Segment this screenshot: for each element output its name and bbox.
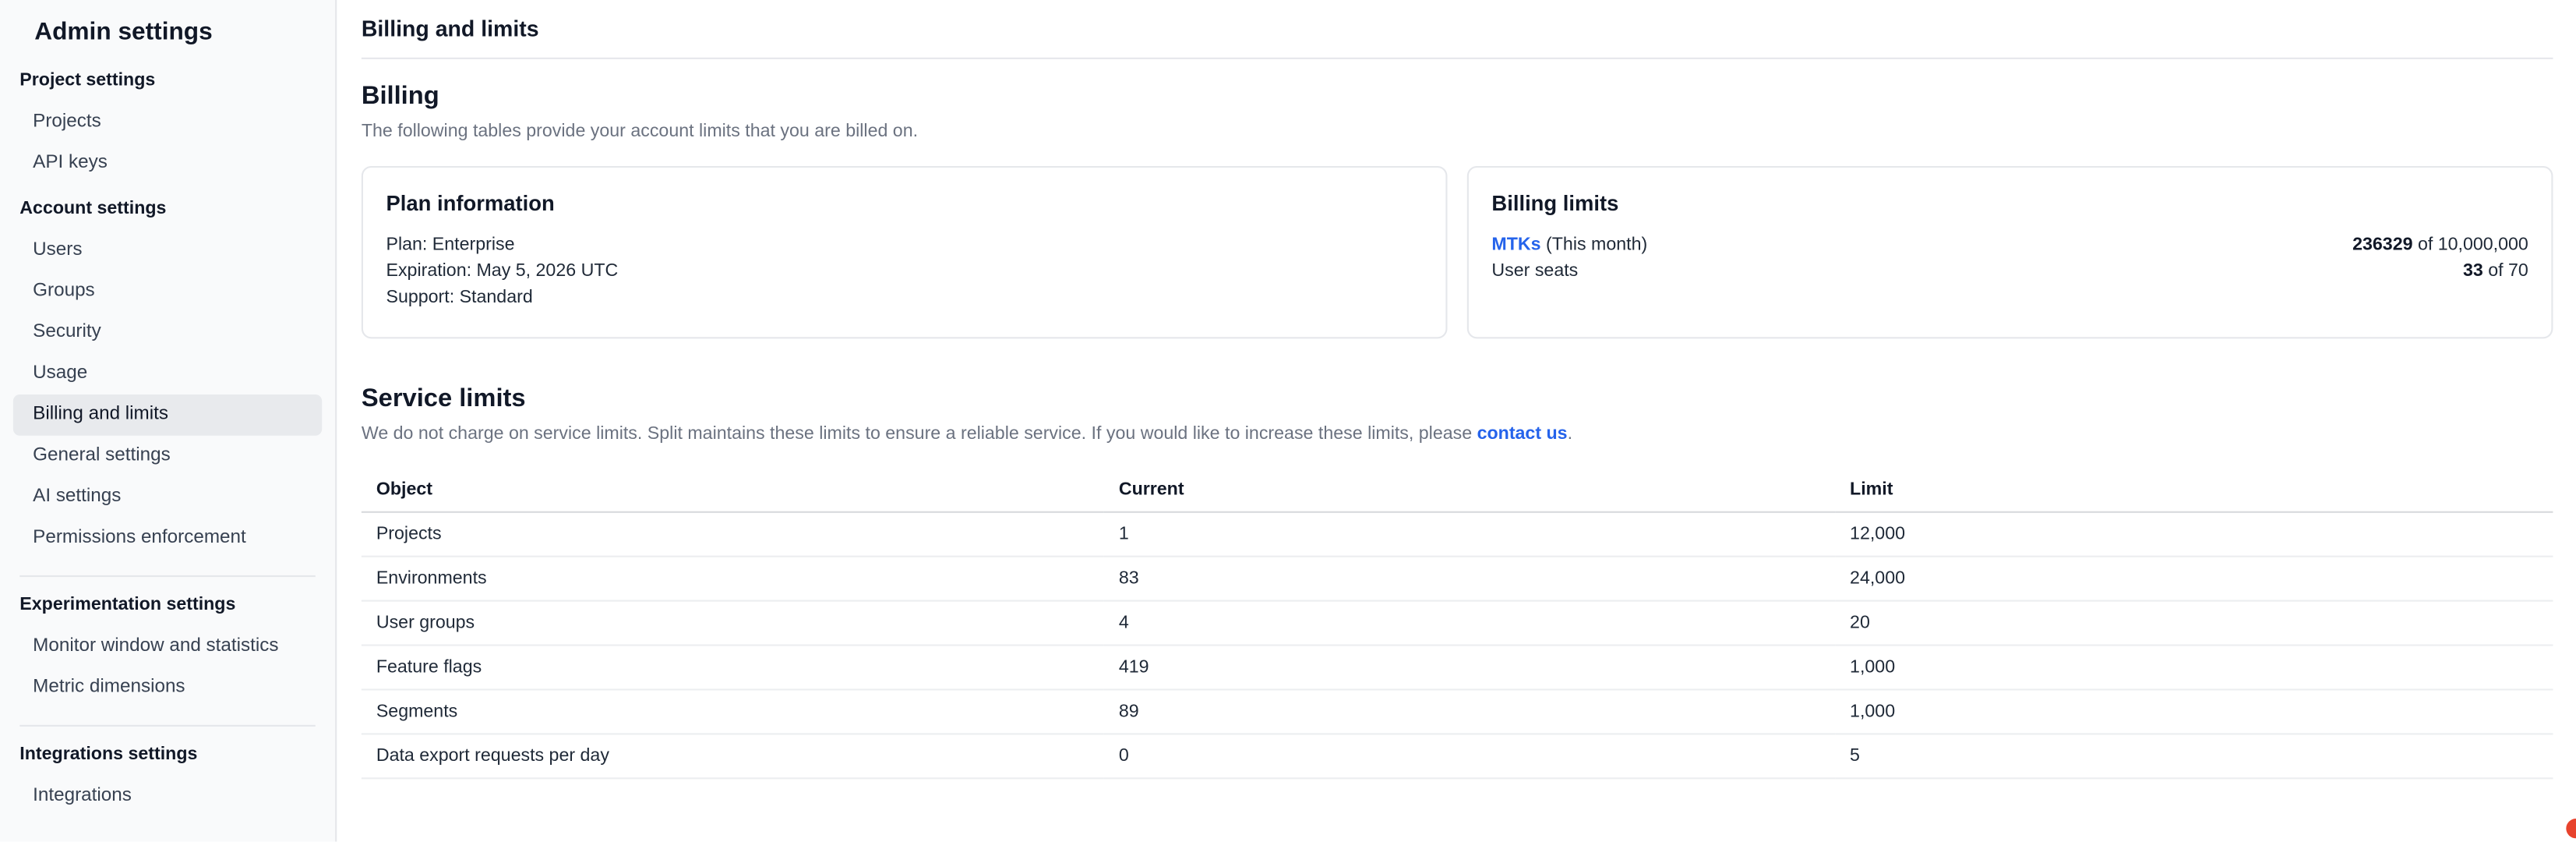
table-header-row: Object Current Limit (362, 472, 2553, 512)
sidebar-item-api-keys[interactable]: API keys (13, 143, 322, 184)
sidebar-item-billing-and-limits[interactable]: Billing and limits (13, 394, 322, 436)
service-limits-description-text: We do not charge on service limits. Spli… (362, 424, 1477, 444)
plan-information-title: Plan information (386, 191, 1422, 216)
sidebar-divider (19, 725, 316, 727)
sidebar-item-general-settings[interactable]: General settings (13, 436, 322, 477)
billing-description: The following tables provide your accoun… (362, 120, 2553, 145)
sidebar-item-metric-dimensions[interactable]: Metric dimensions (13, 667, 322, 709)
cell-limit: 5 (1835, 734, 2553, 778)
section-label-experimentation-settings: Experimentation settings (0, 593, 335, 617)
section-label-integrations-settings: Integrations settings (0, 743, 335, 766)
table-row: User groups 4 20 (362, 601, 2553, 646)
page-title: Billing and limits (362, 16, 539, 41)
mtks-value-current: 236329 (2352, 235, 2412, 255)
user-seats-value-max: of 70 (2483, 261, 2528, 281)
cell-object: Data export requests per day (362, 734, 1104, 778)
cell-limit: 12,000 (1835, 512, 2553, 557)
cell-current: 89 (1104, 689, 1835, 734)
sidebar-item-monitor-window-and-statistics[interactable]: Monitor window and statistics (13, 626, 322, 667)
sidebar-title: Admin settings (0, 16, 335, 49)
sidebar-section-account-settings: Account settings Users Groups Security U… (0, 197, 335, 559)
billing-limits-title: Billing limits (1491, 191, 2528, 216)
cell-object: Environments (362, 557, 1104, 601)
billing-limits-card: Billing limits MTKs (This month) 236329 … (1467, 166, 2553, 338)
mtks-value: 236329 of 10,000,000 (2352, 232, 2528, 258)
section-label-project-settings: Project settings (0, 69, 335, 93)
mtks-label: MTKs (This month) (1491, 232, 1647, 258)
cell-limit: 1,000 (1835, 646, 2553, 690)
cell-object: Projects (362, 512, 1104, 557)
plan-line-support: Support: Standard (386, 285, 1422, 311)
billing-limit-row-mtks: MTKs (This month) 236329 of 10,000,000 (1491, 232, 2528, 258)
section-label-account-settings: Account settings (0, 197, 335, 221)
column-header-current: Current (1104, 472, 1835, 512)
service-limits-description: We do not charge on service limits. Spli… (362, 423, 2553, 448)
column-header-limit: Limit (1835, 472, 2553, 512)
sidebar-item-groups[interactable]: Groups (13, 271, 322, 313)
sidebar-item-integrations[interactable]: Integrations (13, 776, 322, 817)
sidebar: Admin settings Project settings Projects… (0, 0, 337, 842)
table-row: Projects 1 12,000 (362, 512, 2553, 557)
user-seats-label: User seats (1491, 258, 1578, 285)
billing-section: Billing The following tables provide you… (362, 82, 2553, 338)
cell-current: 0 (1104, 734, 1835, 778)
cell-object: Feature flags (362, 646, 1104, 690)
cell-current: 1 (1104, 512, 1835, 557)
service-limits-section: Service limits We do not charge on servi… (362, 384, 2553, 779)
main-content: Billing and limits Billing The following… (337, 0, 2576, 842)
contact-us-link[interactable]: contact us (1477, 424, 1568, 444)
sidebar-item-permissions-enforcement[interactable]: Permissions enforcement (13, 518, 322, 559)
cell-object: Segments (362, 689, 1104, 734)
cell-current: 4 (1104, 601, 1835, 646)
mtks-value-max: of 10,000,000 (2413, 235, 2528, 255)
cell-limit: 1,000 (1835, 689, 2553, 734)
service-limits-description-end: . (1568, 424, 1572, 444)
cell-current: 419 (1104, 646, 1835, 690)
plan-line-expiration: Expiration: May 5, 2026 UTC (386, 258, 1422, 285)
sidebar-item-ai-settings[interactable]: AI settings (13, 476, 322, 518)
plan-information-card: Plan information Plan: Enterprise Expira… (362, 166, 1448, 338)
page-header: Billing and limits (362, 0, 2553, 59)
mtks-label-rest: (This month) (1541, 235, 1648, 255)
user-seats-value: 33 of 70 (2463, 258, 2528, 285)
sidebar-divider (19, 575, 316, 577)
sidebar-item-usage[interactable]: Usage (13, 353, 322, 394)
sidebar-item-security[interactable]: Security (13, 313, 322, 354)
table-row: Data export requests per day 0 5 (362, 734, 2553, 778)
table-row: Segments 89 1,000 (362, 689, 2553, 734)
sidebar-item-users[interactable]: Users (13, 230, 322, 271)
cell-current: 83 (1104, 557, 1835, 601)
sidebar-section-experimentation-settings: Experimentation settings Monitor window … (0, 593, 335, 709)
service-limits-table: Object Current Limit Projects 1 12,000 E… (362, 472, 2553, 779)
billing-heading: Billing (362, 82, 2553, 111)
table-row: Feature flags 419 1,000 (362, 646, 2553, 690)
plan-line-plan: Plan: Enterprise (386, 232, 1422, 258)
cell-limit: 20 (1835, 601, 2553, 646)
mtks-link[interactable]: MTKs (1491, 235, 1540, 255)
column-header-object: Object (362, 472, 1104, 512)
cell-object: User groups (362, 601, 1104, 646)
admin-settings-page: Admin settings Project settings Projects… (0, 0, 2576, 842)
service-limits-heading: Service limits (362, 384, 2553, 414)
table-row: Environments 83 24,000 (362, 557, 2553, 601)
cell-limit: 24,000 (1835, 557, 2553, 601)
billing-cards: Plan information Plan: Enterprise Expira… (362, 166, 2553, 338)
user-seats-value-current: 33 (2463, 261, 2483, 281)
sidebar-section-integrations-settings: Integrations settings Integrations (0, 743, 335, 817)
sidebar-item-projects[interactable]: Projects (13, 102, 322, 143)
billing-limit-row-user-seats: User seats 33 of 70 (1491, 258, 2528, 285)
sidebar-section-project-settings: Project settings Projects API keys (0, 69, 335, 185)
